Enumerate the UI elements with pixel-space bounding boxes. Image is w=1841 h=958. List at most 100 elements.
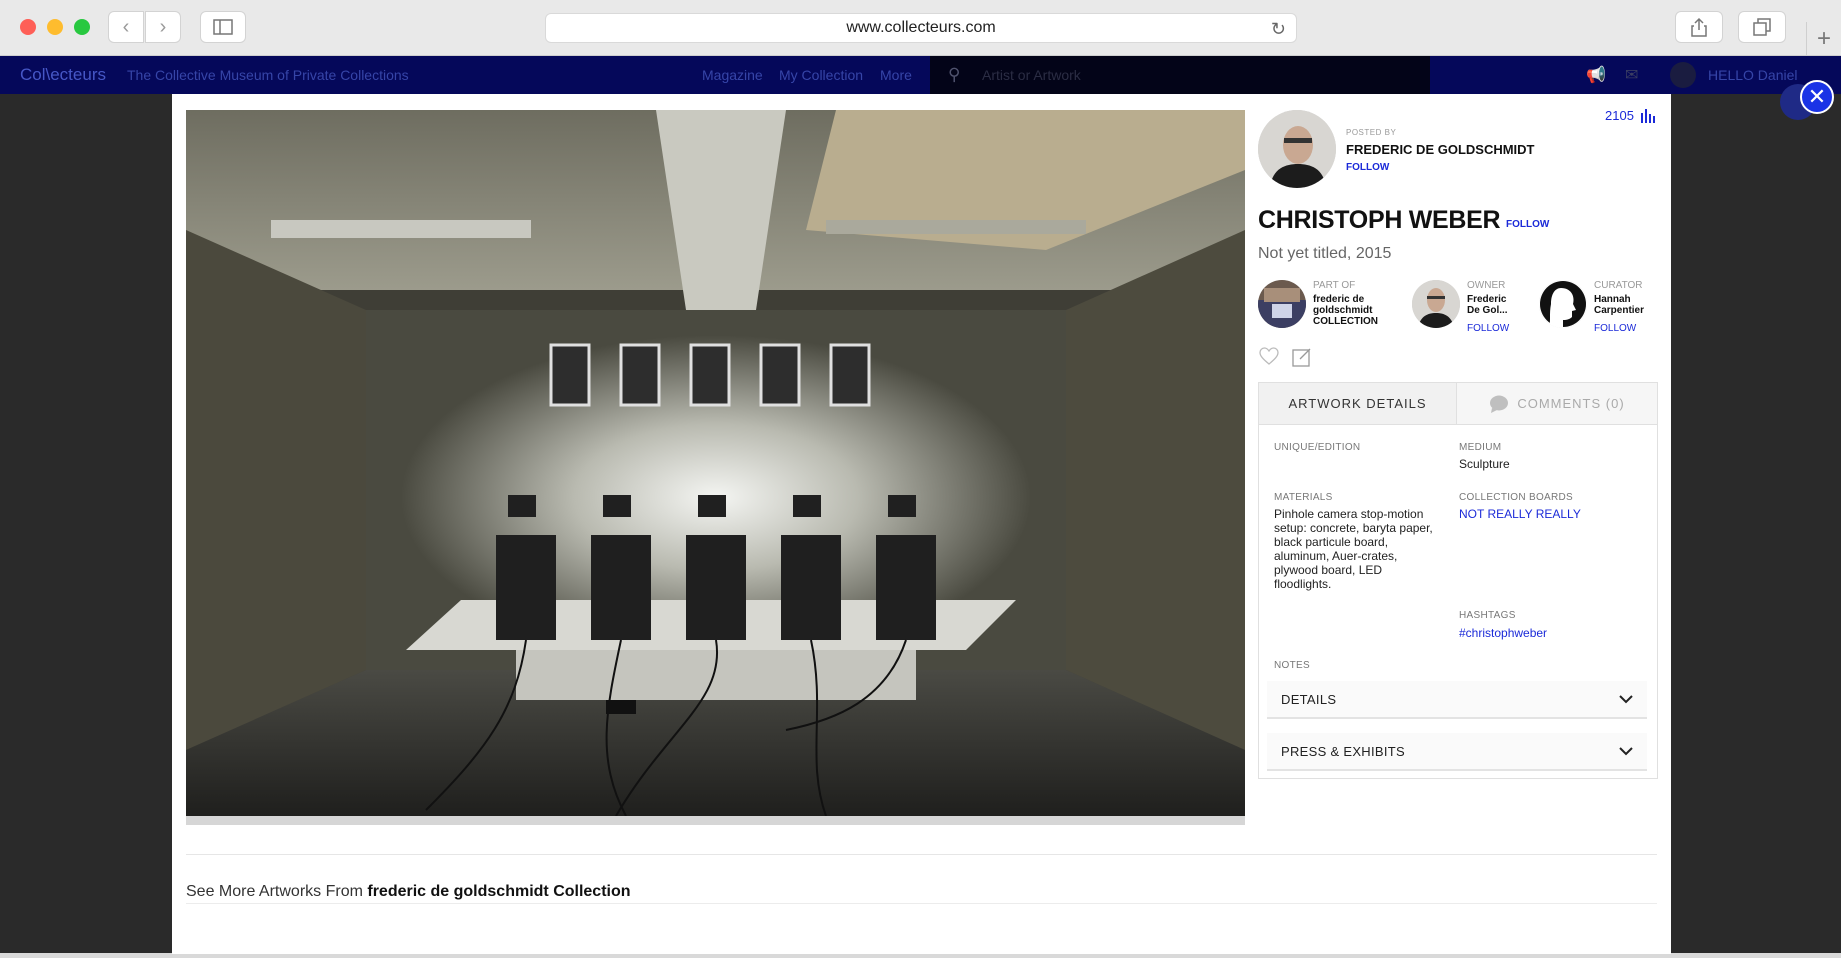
site-search[interactable]: ⚲ Artist or Artwork xyxy=(930,56,1430,94)
browser-toolbar: ‹ › www.collecteurs.com ↻ + xyxy=(0,0,1841,56)
megaphone-icon[interactable]: 📢 xyxy=(1586,65,1606,85)
tabs-icon xyxy=(1753,18,1771,36)
artwork-title: Not yet titled, 2015 xyxy=(1258,245,1392,262)
hashtag-link[interactable]: #christophweber xyxy=(1459,626,1547,640)
forward-button[interactable]: › xyxy=(145,11,181,43)
role-label: PART OF xyxy=(1313,280,1356,291)
medium-value: Sculpture xyxy=(1459,457,1510,471)
site-header: Col\ecteurs The Collective Museum of Pri… xyxy=(0,56,1841,94)
follow-owner-button[interactable]: FOLLOW xyxy=(1467,323,1509,334)
collection-board-link[interactable]: NOT REALLY REALLY xyxy=(1459,507,1581,521)
show-tabs-button[interactable] xyxy=(1738,11,1786,43)
tab-comments[interactable]: COMMENTS (0) xyxy=(1457,383,1657,425)
tab-artwork-details[interactable]: ARTWORK DETAILS xyxy=(1259,383,1457,425)
notes-label: NOTES xyxy=(1274,660,1310,671)
role-name-line: frederic de xyxy=(1313,294,1365,305)
follow-artist-button[interactable]: FOLLOW xyxy=(1506,219,1549,230)
collection-boards-label: COLLECTION BOARDS xyxy=(1459,492,1574,503)
chevron-left-icon: ‹ xyxy=(122,15,130,38)
new-tab-button[interactable]: + xyxy=(1806,22,1841,56)
role-name-line: Frederic xyxy=(1467,294,1507,305)
role-name: frederic de goldschmidt COLLECTION xyxy=(1313,294,1378,327)
view-count-value: 2105 xyxy=(1605,108,1634,123)
role-name-line: De Gol... xyxy=(1467,305,1508,316)
owner-avatar xyxy=(1412,280,1460,328)
search-icon: ⚲ xyxy=(948,65,961,84)
bar-chart-icon xyxy=(1640,108,1655,123)
poster-avatar[interactable] xyxy=(1258,110,1336,188)
zoom-window-button[interactable] xyxy=(74,19,90,35)
medium-label: MEDIUM xyxy=(1459,442,1502,453)
hashtags-label: HASHTAGS xyxy=(1459,610,1516,621)
like-button[interactable] xyxy=(1259,347,1279,370)
see-more-heading: See More Artworks From frederic de golds… xyxy=(186,883,631,901)
see-more-prefix: See More Artworks From xyxy=(186,883,368,900)
follow-curator-button[interactable]: FOLLOW xyxy=(1594,323,1636,334)
search-placeholder: Artist or Artwork xyxy=(982,67,1081,83)
role-label: CURATOR xyxy=(1594,280,1643,291)
artwork-details-panel: ARTWORK DETAILS COMMENTS (0) UNIQUE/EDIT… xyxy=(1258,382,1658,779)
materials-line: Pinhole camera stop-motion xyxy=(1274,507,1424,521)
materials-line: setup: concrete, baryta paper, xyxy=(1274,521,1433,535)
poster-name[interactable]: FREDERIC DE GOLDSCHMIDT xyxy=(1346,142,1535,157)
role-name-line: goldschmidt xyxy=(1313,305,1373,316)
posted-by-label: POSTED BY xyxy=(1346,128,1397,137)
unique-edition-label: UNIQUE/EDITION xyxy=(1274,442,1361,453)
nav-more[interactable]: More xyxy=(880,67,912,83)
details-accordion[interactable]: DETAILS xyxy=(1267,681,1647,719)
materials-line: aluminum, Auer-crates, xyxy=(1274,549,1398,563)
divider xyxy=(186,903,1657,904)
press-exhibits-accordion[interactable]: PRESS & EXHIBITS xyxy=(1267,733,1647,771)
role-label: OWNER xyxy=(1467,280,1506,291)
details-accordion-label: DETAILS xyxy=(1281,691,1337,707)
nav-my-collection[interactable]: My Collection xyxy=(779,67,863,83)
close-window-button[interactable] xyxy=(20,19,36,35)
sidebar-toggle-button[interactable] xyxy=(200,11,246,43)
see-more-collection-link[interactable]: frederic de goldschmidt Collection xyxy=(367,883,630,900)
artist-name[interactable]: CHRISTOPH WEBER xyxy=(1258,206,1501,235)
chevron-down-icon xyxy=(1619,747,1633,756)
comment-icon xyxy=(1490,395,1509,413)
materials-line: floodlights. xyxy=(1274,577,1332,591)
heart-icon xyxy=(1259,347,1279,365)
address-bar[interactable]: www.collecteurs.com ↻ xyxy=(545,13,1297,43)
materials-label: MATERIALS xyxy=(1274,492,1333,503)
divider xyxy=(186,854,1657,855)
site-logo[interactable]: Col\ecteurs xyxy=(20,65,106,85)
tab-comments-label: COMMENTS (0) xyxy=(1517,396,1625,411)
chevron-right-icon: › xyxy=(159,15,167,38)
press-exhibits-accordion-label: PRESS & EXHIBITS xyxy=(1281,743,1406,759)
follow-poster-button[interactable]: FOLLOW xyxy=(1346,162,1389,173)
plus-icon: + xyxy=(1816,25,1831,52)
close-icon: ✕ xyxy=(1807,84,1827,109)
materials-line: plywood board, LED xyxy=(1274,563,1383,577)
share-icon xyxy=(1691,17,1707,37)
url-text: www.collecteurs.com xyxy=(846,19,996,36)
collection-thumbnail xyxy=(1258,280,1306,328)
mail-icon[interactable]: ✉ xyxy=(1625,65,1638,85)
role-name-line: Hannah xyxy=(1594,294,1631,305)
reload-icon[interactable]: ↻ xyxy=(1271,19,1286,40)
share-button[interactable] xyxy=(1675,11,1723,43)
user-greeting[interactable]: HELLO Daniel xyxy=(1708,67,1798,83)
view-count: 2105 xyxy=(1605,108,1658,123)
image-scroll-track[interactable] xyxy=(186,816,1245,825)
role-name: Hannah Carpentier xyxy=(1594,294,1644,316)
edit-button[interactable] xyxy=(1292,347,1312,372)
role-name-line: Carpentier xyxy=(1594,305,1645,316)
user-avatar[interactable] xyxy=(1670,62,1696,88)
materials-line: black particule board, xyxy=(1274,535,1389,549)
site-tagline: The Collective Museum of Private Collect… xyxy=(127,67,409,83)
curator-avatar xyxy=(1539,280,1587,328)
sidebar-icon xyxy=(213,19,233,35)
role-name: Frederic De Gol... xyxy=(1467,294,1508,316)
materials-value: Pinhole camera stop-motion setup: concre… xyxy=(1274,507,1444,591)
nav-magazine[interactable]: Magazine xyxy=(702,67,763,83)
artwork-image[interactable] xyxy=(186,110,1245,816)
role-name-line: COLLECTION xyxy=(1313,316,1378,327)
minimize-window-button[interactable] xyxy=(47,19,63,35)
close-modal-button[interactable]: ✕ xyxy=(1800,80,1834,114)
edit-icon xyxy=(1292,348,1311,367)
chevron-down-icon xyxy=(1619,695,1633,704)
back-button[interactable]: ‹ xyxy=(108,11,144,43)
